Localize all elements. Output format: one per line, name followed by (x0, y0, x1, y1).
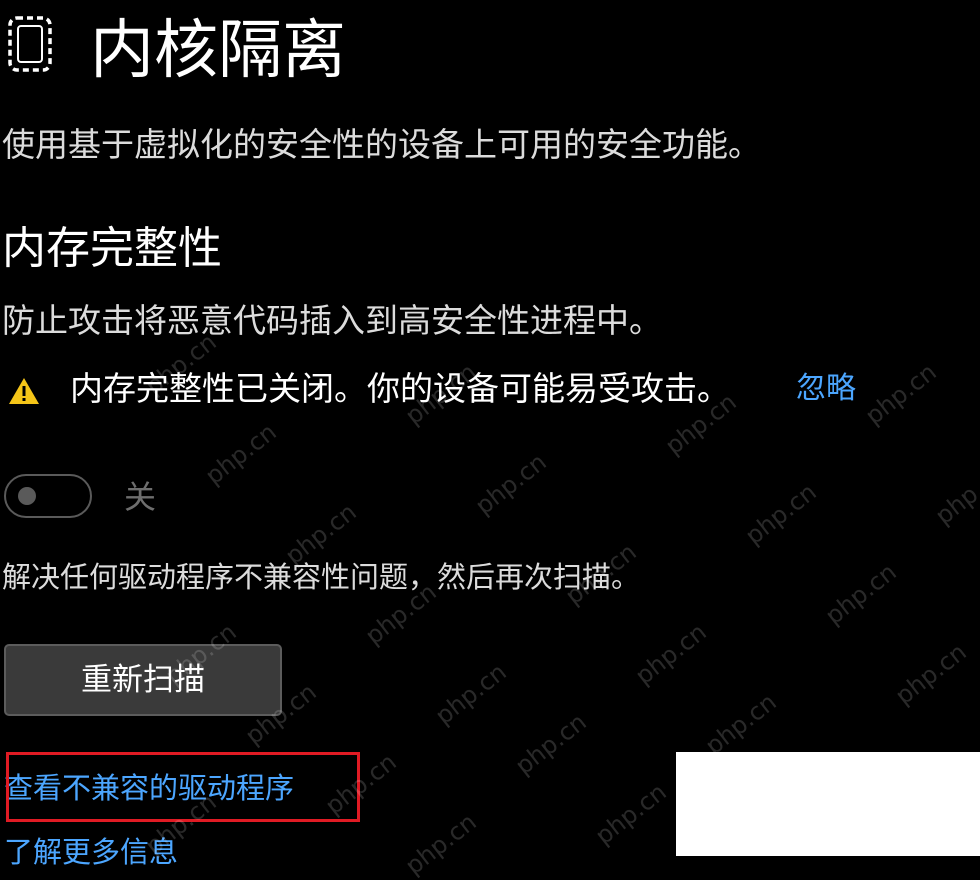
fix-instructions: 解决任何驱动程序不兼容性问题，然后再次扫描。 (2, 560, 641, 594)
watermark: php.cn (820, 557, 902, 631)
watermark: php.cn (890, 637, 972, 711)
watermark: php.cn (200, 417, 282, 491)
watermark: php.cn (470, 447, 552, 521)
page-description: 使用基于虚拟化的安全性的设备上可用的安全功能。 (2, 125, 761, 164)
view-incompatible-drivers-link[interactable]: 查看不兼容的驱动程序 (4, 766, 294, 810)
watermark: php.cn (320, 747, 402, 821)
watermark: php.cn (590, 777, 672, 851)
watermark: php.cn (630, 617, 712, 691)
page-title: 内核隔离 (90, 14, 346, 88)
watermark: php.cn (400, 807, 482, 880)
watermark: php.cn (860, 357, 942, 431)
watermark: php.cn (510, 707, 592, 781)
white-overlay (676, 752, 980, 856)
memory-integrity-toggle[interactable] (4, 474, 92, 518)
learn-more-link[interactable]: 了解更多信息 (4, 830, 178, 874)
watermark: php.cn (430, 657, 512, 731)
warning-triangle-icon (9, 378, 39, 404)
toggle-knob (18, 487, 36, 505)
toggle-state-label: 关 (124, 478, 157, 516)
section-description: 防止攻击将恶意代码插入到高安全性进程中。 (2, 301, 662, 340)
watermark: php.cn (740, 477, 822, 551)
watermark: php.cn (930, 457, 980, 531)
warning-message: 内存完整性已关闭。你的设备可能易受攻击。 (70, 369, 730, 408)
dismiss-link[interactable]: 忽略 (796, 366, 856, 412)
rescan-button[interactable]: 重新扫描 (4, 644, 282, 716)
core-isolation-chip-icon (8, 16, 52, 72)
watermark: php.cn (700, 687, 782, 761)
section-title: 内存完整性 (2, 223, 222, 274)
